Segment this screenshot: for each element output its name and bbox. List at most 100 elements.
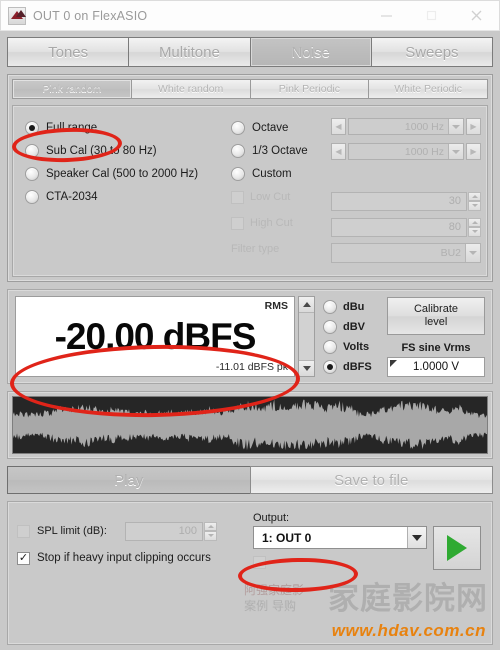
stop-clipping-checkbox[interactable] bbox=[17, 551, 30, 565]
noise-panel: Pink random White random Pink Periodic W… bbox=[7, 74, 493, 282]
level-scroll-track[interactable] bbox=[299, 313, 314, 360]
radio-indicator-icon bbox=[25, 120, 39, 135]
octave-frequency-value: 1000 Hz bbox=[404, 120, 444, 133]
high-cut-checkbox[interactable] bbox=[231, 216, 244, 230]
waveform-panel bbox=[7, 391, 493, 459]
spl-limit-checkbox[interactable] bbox=[17, 524, 30, 538]
high-cut-stepper-up[interactable] bbox=[468, 217, 481, 227]
third-octave-freq-next-button[interactable]: ▶ bbox=[466, 143, 481, 160]
main-tab-bar: Tones Multitone Noise Sweeps bbox=[7, 37, 493, 67]
maximize-button[interactable] bbox=[409, 1, 454, 30]
calibrate-level-button[interactable]: Calibrate level bbox=[387, 297, 485, 335]
radio-full-range[interactable]: Full range bbox=[25, 116, 231, 139]
third-octave-frequency-combo[interactable]: 1000 Hz bbox=[348, 143, 464, 160]
play-button[interactable]: Play bbox=[7, 466, 251, 494]
low-cut-label: Low Cut bbox=[250, 191, 291, 203]
octave-freq-prev-button[interactable]: ◀ bbox=[331, 118, 346, 135]
high-cut-stepper[interactable] bbox=[468, 217, 481, 237]
subtab-pink-periodic[interactable]: Pink Periodic bbox=[250, 80, 370, 98]
filter-type-label: Filter type bbox=[231, 243, 280, 255]
low-cut-input[interactable]: 30 bbox=[331, 191, 467, 211]
level-scrollbar[interactable] bbox=[298, 296, 315, 377]
low-cut-stepper-up[interactable] bbox=[468, 191, 481, 201]
chevron-down-icon[interactable] bbox=[407, 527, 426, 548]
spl-limit-input[interactable]: 100 bbox=[125, 521, 203, 541]
filter-type-combo[interactable]: BU2 bbox=[331, 243, 481, 263]
radio-sub-cal[interactable]: Sub Cal (30 to 80 Hz) bbox=[25, 139, 231, 162]
close-button[interactable] bbox=[454, 1, 499, 30]
noise-waveform bbox=[12, 396, 488, 454]
signal-generator-window: OUT 0 on FlexASIO Tones Multitone Noise … bbox=[0, 0, 500, 650]
octave-freq-next-button[interactable]: ▶ bbox=[466, 118, 481, 135]
chevron-down-icon[interactable] bbox=[448, 119, 463, 134]
radio-indicator-icon bbox=[25, 143, 39, 158]
radio-cta-2034[interactable]: CTA-2034 bbox=[25, 185, 231, 208]
high-cut-label: High Cut bbox=[250, 217, 293, 229]
high-cut-checkbox-row[interactable]: High Cut bbox=[231, 211, 331, 235]
noise-type-tab-bar: Pink random White random Pink Periodic W… bbox=[12, 79, 488, 99]
radio-label: Sub Cal (30 to 80 Hz) bbox=[46, 144, 157, 157]
save-to-file-button[interactable]: Save to file bbox=[249, 466, 493, 494]
low-cut-stepper[interactable] bbox=[468, 191, 481, 211]
radio-indicator-icon bbox=[25, 189, 39, 204]
level-peak-value: -11.01 dBFS pk bbox=[215, 361, 288, 373]
subtab-pink-random[interactable]: Pink random bbox=[13, 80, 132, 98]
tab-sweeps[interactable]: Sweeps bbox=[371, 38, 492, 66]
stop-clipping-row[interactable]: Stop if heavy input clipping occurs bbox=[17, 546, 253, 570]
spl-limit-stepper-down[interactable] bbox=[204, 531, 217, 541]
high-cut-input[interactable]: 80 bbox=[331, 217, 467, 237]
level-display[interactable]: RMS -20.00 dBFS -11.01 dBFS pk bbox=[15, 296, 295, 377]
bottom-panel: SPL limit (dB): 100 Stop if heavy input … bbox=[7, 501, 493, 645]
level-scroll-down-icon[interactable] bbox=[299, 360, 314, 376]
spl-limit-stepper[interactable] bbox=[204, 521, 217, 541]
subtab-white-periodic[interactable]: White Periodic bbox=[369, 80, 487, 98]
radio-label: dBFS bbox=[343, 361, 372, 373]
app-icon bbox=[8, 6, 26, 25]
bottom-left-controls: SPL limit (dB): 100 Stop if heavy input … bbox=[17, 510, 253, 636]
radio-octave[interactable]: Octave bbox=[231, 116, 331, 139]
radio-third-octave[interactable]: 1/3 Octave bbox=[231, 139, 331, 162]
radio-label: Speaker Cal (500 to 2000 Hz) bbox=[46, 167, 199, 180]
subtab-white-random[interactable]: White random bbox=[131, 80, 251, 98]
chevron-down-icon[interactable] bbox=[465, 244, 480, 262]
third-octave-frequency-value: 1000 Hz bbox=[404, 145, 444, 158]
tab-multitone[interactable]: Multitone bbox=[129, 38, 251, 66]
range-option-group: Full range Sub Cal (30 to 80 Hz) Speaker… bbox=[19, 113, 231, 270]
spl-limit-stepper-up[interactable] bbox=[204, 521, 217, 531]
minimize-button[interactable] bbox=[364, 1, 409, 30]
tab-tones[interactable]: Tones bbox=[8, 38, 130, 66]
extra-checkbox[interactable] bbox=[253, 556, 266, 569]
radio-label: Octave bbox=[252, 121, 289, 134]
filter-type-value-row: BU2 bbox=[331, 241, 481, 265]
play-triangle-icon bbox=[447, 535, 467, 561]
radio-volts[interactable]: Volts bbox=[323, 337, 387, 357]
chevron-down-icon[interactable] bbox=[448, 144, 463, 159]
level-panel: RMS -20.00 dBFS -11.01 dBFS pk dBu dBV V… bbox=[7, 289, 493, 384]
window-title: OUT 0 on FlexASIO bbox=[33, 8, 148, 23]
radio-speaker-cal[interactable]: Speaker Cal (500 to 2000 Hz) bbox=[25, 162, 231, 185]
band-option-group: Octave 1/3 Octave Custom Low Cut High Cu… bbox=[231, 113, 331, 270]
output-select[interactable]: 1: OUT 0 bbox=[253, 526, 427, 549]
level-scroll-up-icon[interactable] bbox=[299, 297, 314, 313]
low-cut-stepper-down[interactable] bbox=[468, 201, 481, 211]
fs-sine-vrms-input[interactable]: 1.0000 V bbox=[387, 357, 485, 377]
radio-label: CTA-2034 bbox=[46, 190, 98, 203]
radio-custom[interactable]: Custom bbox=[231, 162, 331, 185]
tab-noise[interactable]: Noise bbox=[250, 38, 372, 66]
output-row: 1: OUT 0 bbox=[253, 526, 483, 570]
radio-dbv[interactable]: dBV bbox=[323, 317, 387, 337]
third-octave-freq-prev-button[interactable]: ◀ bbox=[331, 143, 346, 160]
radio-dbfs[interactable]: dBFS bbox=[323, 357, 387, 377]
spl-limit-label: SPL limit (dB): bbox=[37, 525, 107, 537]
radio-label: Custom bbox=[252, 167, 292, 180]
high-cut-stepper-down[interactable] bbox=[468, 227, 481, 237]
level-value: -20.00 dBFS bbox=[54, 315, 257, 357]
third-octave-frequency-row: ◀ 1000 Hz ▶ bbox=[331, 140, 481, 163]
start-playback-button[interactable] bbox=[433, 526, 481, 570]
low-cut-checkbox[interactable] bbox=[231, 190, 244, 204]
low-cut-checkbox-row[interactable]: Low Cut bbox=[231, 185, 331, 209]
low-cut-value-row: 30 bbox=[331, 189, 481, 213]
radio-dbu[interactable]: dBu bbox=[323, 297, 387, 317]
radio-label: 1/3 Octave bbox=[252, 144, 308, 157]
octave-frequency-combo[interactable]: 1000 Hz bbox=[348, 118, 464, 135]
